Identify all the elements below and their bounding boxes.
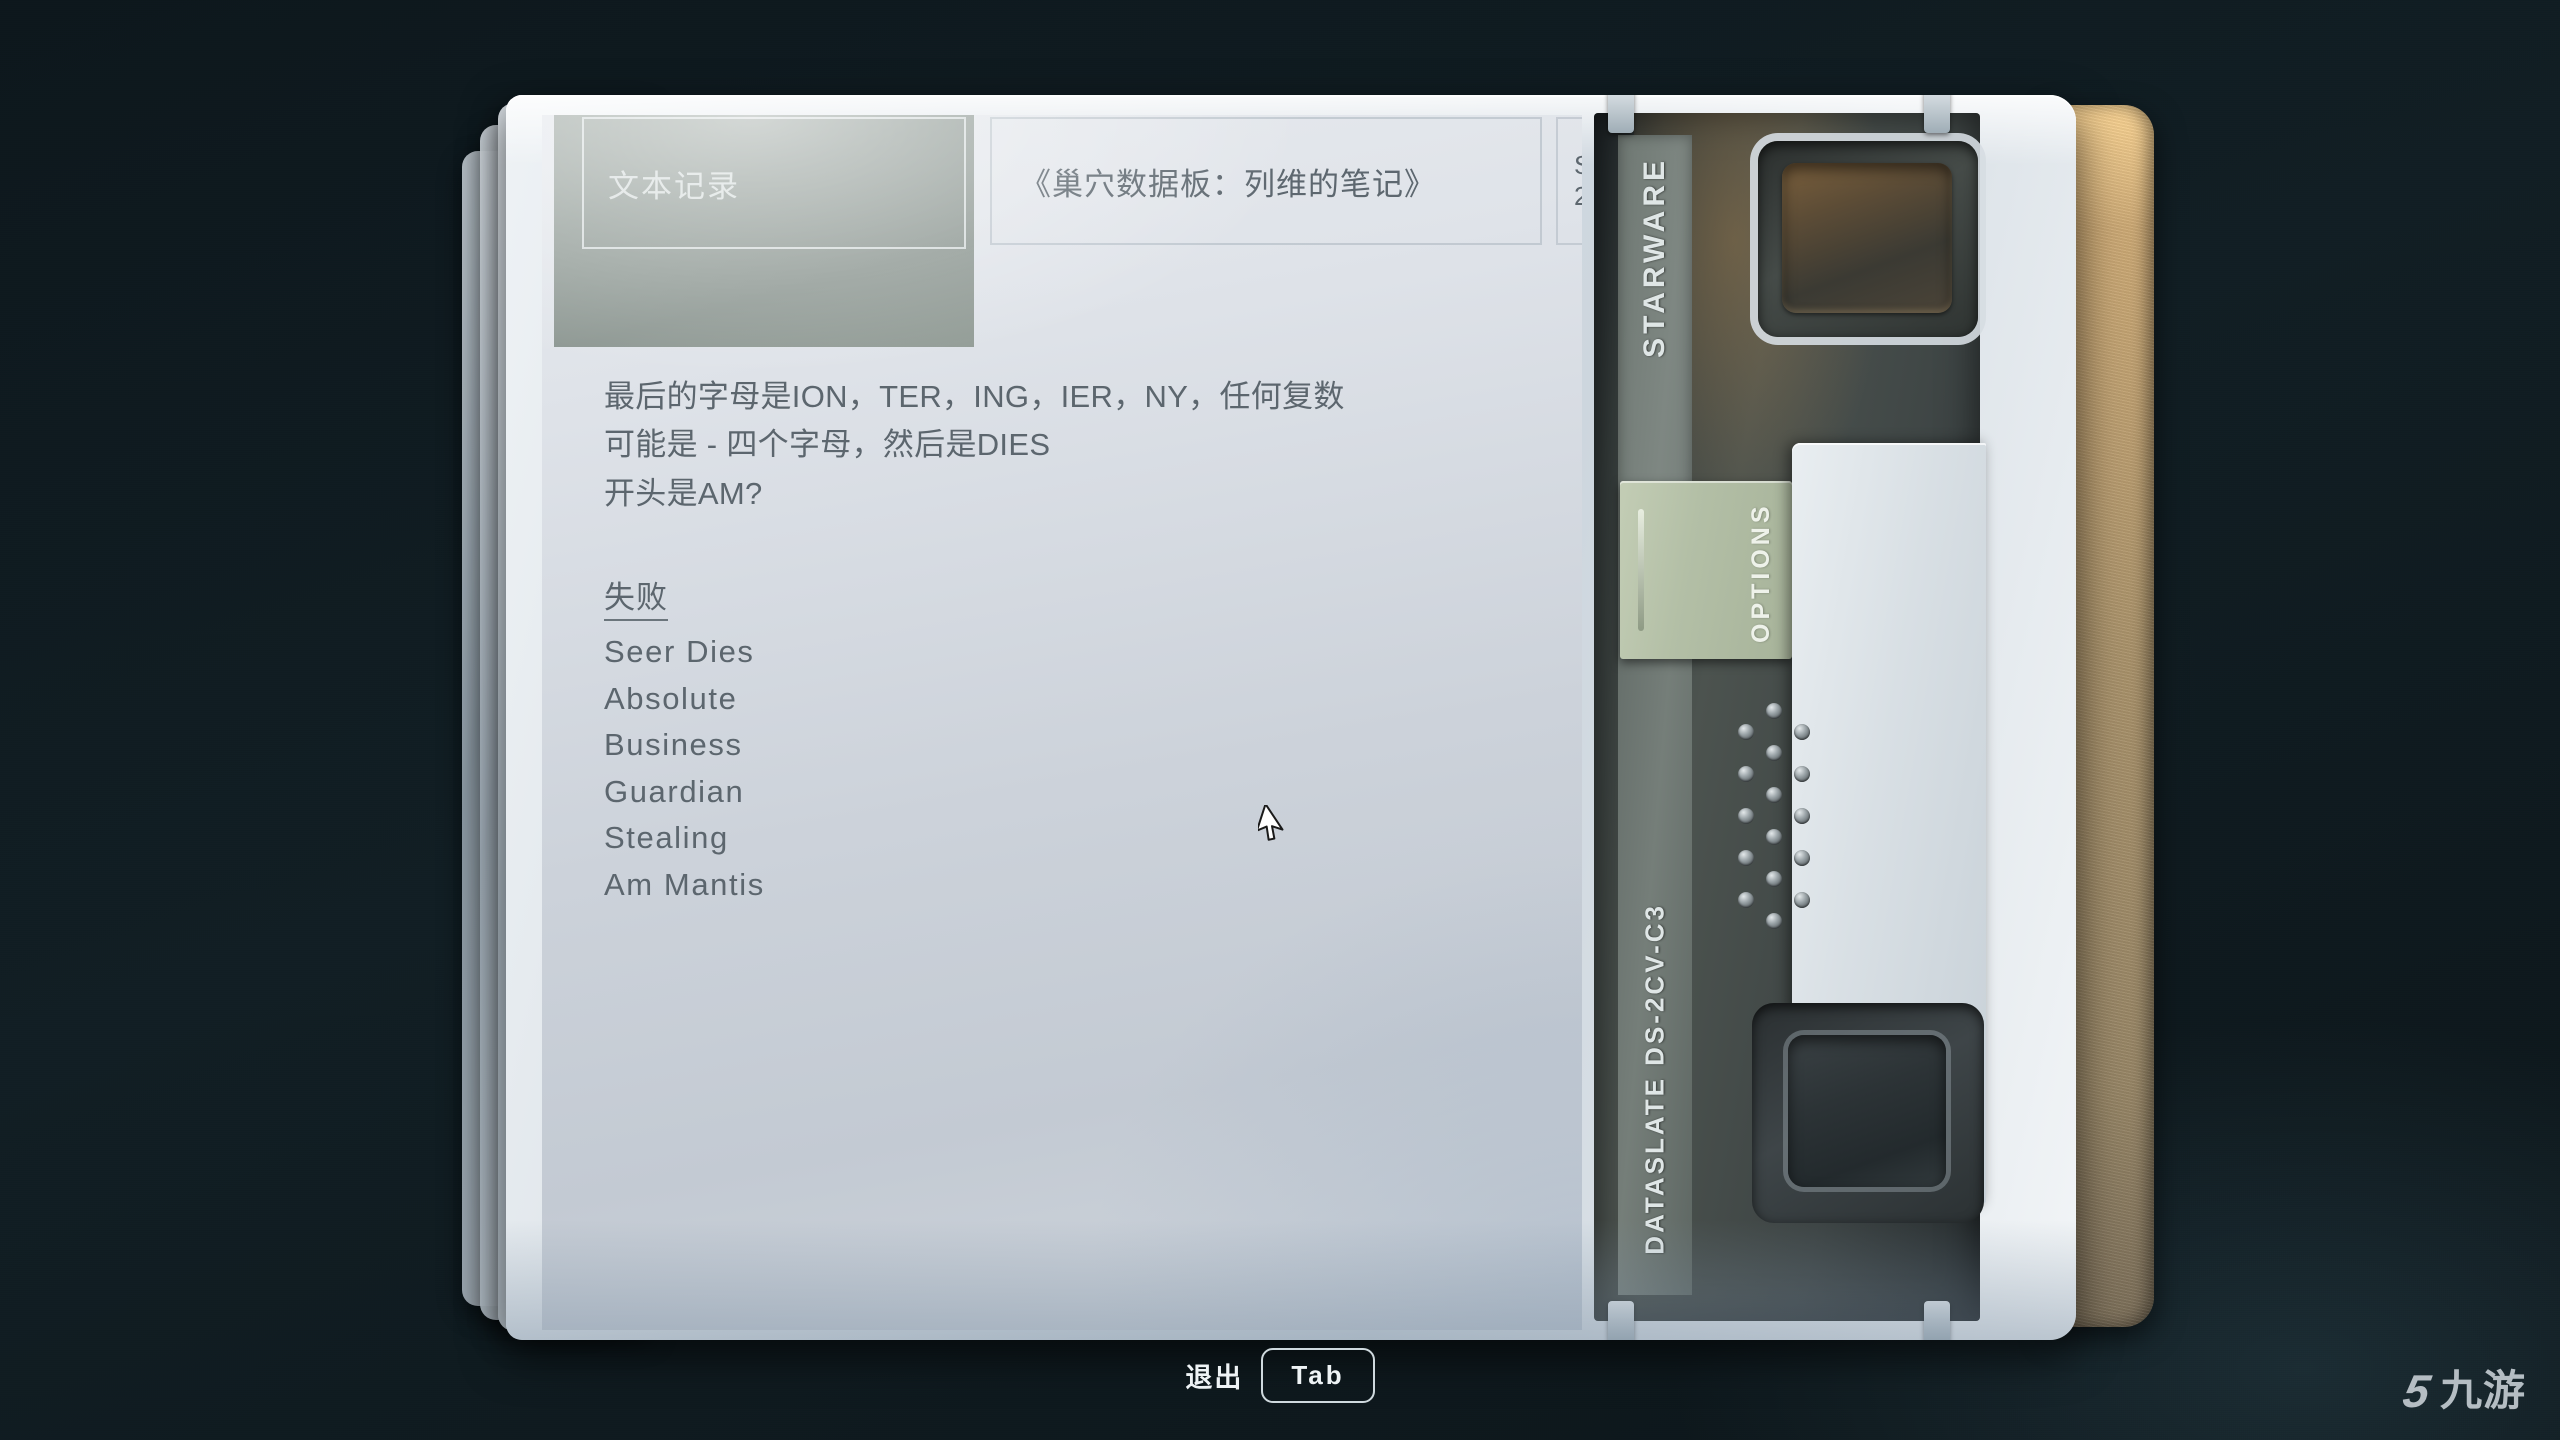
mouse-cursor <box>1255 803 1288 845</box>
grille-dot <box>1794 766 1810 782</box>
sw-version-prefix: SW <box>1574 150 1582 181</box>
dataslate-device: 文本记录 《巢穴数据板：列维的笔记》 SW 2.1 最后的字母是ION，TER，… <box>462 95 2154 1345</box>
options-button-notch <box>1638 509 1644 631</box>
lower-hardware-button[interactable] <box>1788 1035 1946 1187</box>
tab-text-log[interactable]: 文本记录 <box>582 117 966 249</box>
speaker-grille <box>1720 703 1830 933</box>
page-title: 《巢穴数据板：列维的笔记》 <box>1020 166 1436 202</box>
exit-key-button[interactable]: Tab <box>1261 1347 1375 1403</box>
grille-dot <box>1794 850 1810 866</box>
tab-panel: 文本记录 <box>554 115 974 347</box>
grille-dot <box>1738 724 1754 740</box>
grille-dot <box>1738 850 1754 866</box>
model-label: DATASLATE DS-2CV-C3 <box>1639 903 1670 1255</box>
hinge-tab-bottom-right <box>1924 1301 1950 1340</box>
hinge-tab-top-right <box>1924 95 1950 133</box>
grille-dot <box>1738 808 1754 824</box>
list-item: Stealing <box>604 820 729 856</box>
site-watermark: 5 九游 <box>2400 1365 2526 1417</box>
options-button[interactable]: OPTIONS <box>1620 481 1792 659</box>
grille-dot <box>1766 787 1782 803</box>
grille-dot <box>1794 892 1810 908</box>
sw-version-number: 2.1 <box>1574 181 1582 212</box>
failed-section: 失败 Seer Dies Absolute Business Guardian … <box>604 572 1542 908</box>
options-button-label: OPTIONS <box>1747 502 1775 643</box>
grille-dot <box>1794 724 1810 740</box>
note-paragraph: 开头是AM? <box>604 475 763 511</box>
failed-heading: 失败 <box>604 572 668 622</box>
grille-dot <box>1738 766 1754 782</box>
list-item: Guardian <box>604 773 745 809</box>
note-paragraph: 可能是 - 四个字母，然后是DIES <box>604 427 1051 463</box>
hinge-tab-top <box>1608 95 1634 133</box>
grille-dot <box>1766 703 1782 719</box>
document-title-box: 《巢穴数据板：列维的笔记》 <box>990 117 1542 245</box>
grille-dot <box>1794 808 1810 824</box>
list-item: Absolute <box>604 680 738 716</box>
device-body-shell: 文本记录 《巢穴数据板：列维的笔记》 SW 2.1 最后的字母是ION，TER，… <box>506 95 2076 1340</box>
exit-label: 退出 <box>1185 1362 1244 1393</box>
grille-dot <box>1766 829 1782 845</box>
hinge-tab-bottom <box>1608 1301 1634 1340</box>
grille-dot <box>1766 871 1782 887</box>
brand-label: STARWARE <box>1638 157 1671 358</box>
watermark-logo-icon: 5 <box>2399 1365 2435 1417</box>
bottom-hint-bar: 退出 Tab <box>0 1344 2560 1406</box>
device-hardware-column: STARWARE DATASLATE DS-2CV-C3 OPTIONS <box>1594 95 1986 1340</box>
note-content: 最后的字母是ION，TER，ING，IER，NY，任何复数 可能是 - 四个字母… <box>604 373 1542 908</box>
upper-hardware-button[interactable] <box>1782 163 1952 313</box>
list-item: Seer Dies <box>604 634 755 670</box>
list-item: Business <box>604 727 743 763</box>
tab-label: 文本记录 <box>608 168 740 204</box>
screen-header: 文本记录 《巢穴数据板：列维的笔记》 SW 2.1 <box>542 115 1582 347</box>
note-paragraph: 最后的字母是ION，TER，ING，IER，NY，任何复数 <box>604 379 1345 414</box>
device-screen: 文本记录 《巢穴数据板：列维的笔记》 SW 2.1 最后的字母是ION，TER，… <box>542 115 1582 1330</box>
watermark-text: 九游 <box>2439 1367 2526 1414</box>
lower-port-recess <box>1752 1003 1984 1223</box>
grille-dot <box>1766 745 1782 761</box>
list-item: Am Mantis <box>604 866 765 902</box>
software-version-box: SW 2.1 <box>1556 117 1582 245</box>
grille-dot <box>1738 892 1754 908</box>
upper-port-recess <box>1758 141 1978 337</box>
grille-dot <box>1766 913 1782 929</box>
